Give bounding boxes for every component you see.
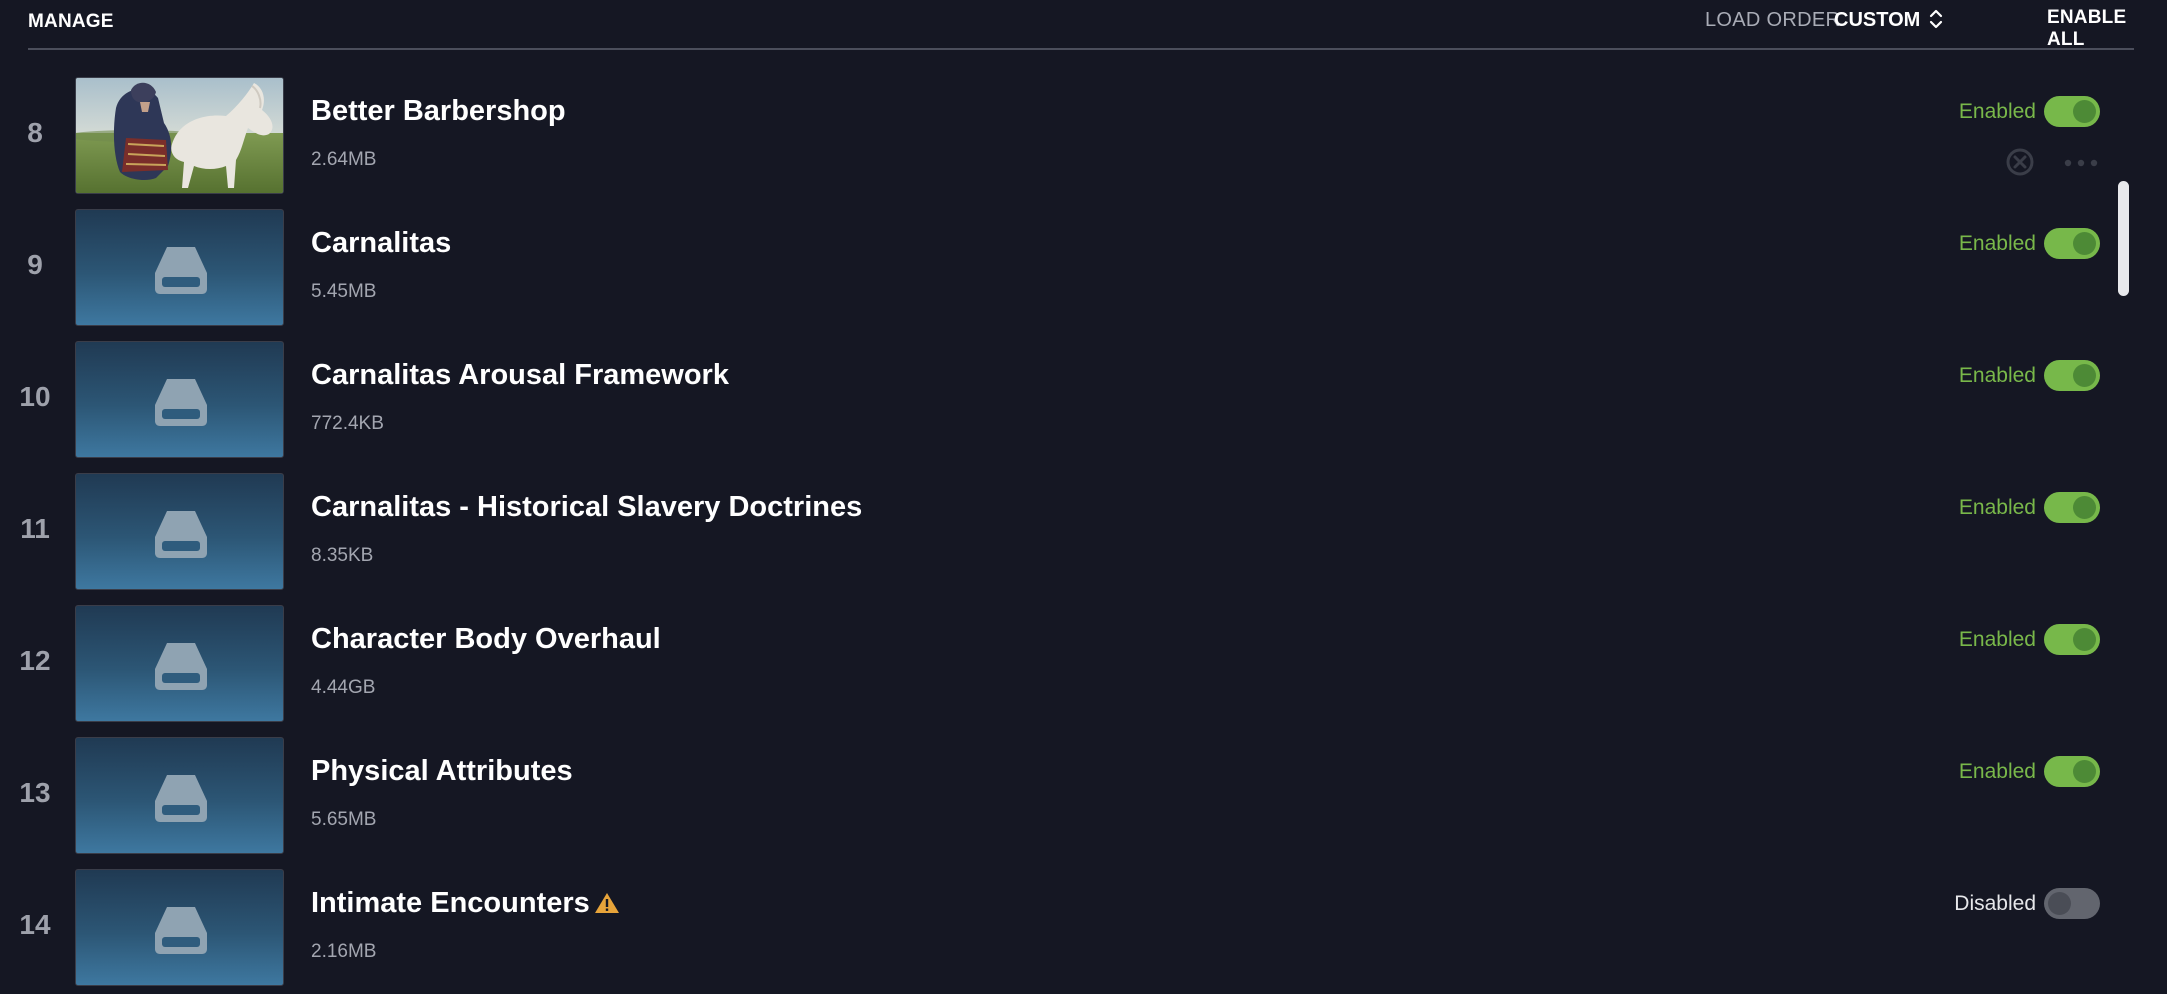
load-order-index: 14 [19,909,51,940]
mod-enabled-toggle[interactable] [2044,360,2100,391]
mod-row[interactable]: 10 Carnalitas Arousal Framework 772.4KB … [0,341,2120,461]
mod-status-label: Enabled [1958,496,2036,519]
mod-size: 5.45MB [311,281,377,302]
mod-status-label: Enabled [1958,100,2036,123]
mod-size: 2.64MB [311,149,377,170]
toggle-knob [2073,364,2096,387]
mod-size: 4.44GB [311,677,376,698]
load-order-index: 8 [27,117,43,148]
mod-name: Carnalitas [311,227,452,259]
toggle-knob [2073,628,2096,651]
drive-icon [155,775,207,822]
mod-enabled-toggle[interactable] [2044,888,2100,919]
mod-thumbnail [75,341,284,458]
mod-thumbnail [75,473,284,590]
mod-thumbnail [75,209,284,326]
drive-icon [155,379,207,426]
mod-row[interactable]: 11 Carnalitas - Historical Slavery Doctr… [0,473,2120,593]
mod-enabled-toggle[interactable] [2044,228,2100,259]
mod-row[interactable]: 9 Carnalitas 5.45MB Enabled [0,209,2120,329]
mod-size: 772.4KB [311,413,384,434]
mod-status-label: Enabled [1958,364,2036,387]
mod-row[interactable]: 14 Intimate Encounters 2.16MB Disabled [0,869,2120,989]
load-order-index: 13 [19,777,51,808]
remove-icon[interactable] [2005,147,2035,177]
mod-enabled-toggle[interactable] [2044,624,2100,655]
mod-status-label: Enabled [1958,232,2036,255]
mod-thumbnail [75,737,284,854]
more-options-icon[interactable] [2064,159,2098,167]
mod-thumbnail [75,605,284,722]
load-order-index: 12 [19,645,51,676]
toggle-knob [2073,760,2096,783]
toggle-knob [2073,232,2096,255]
mod-row[interactable]: 12 Character Body Overhaul 4.44GB Enable… [0,605,2120,725]
mod-name: Carnalitas Arousal Framework [311,359,729,391]
scrollbar-thumb[interactable] [2118,181,2129,296]
mod-thumbnail [75,77,284,194]
mod-name: Intimate Encounters [311,887,590,919]
mod-enabled-toggle[interactable] [2044,492,2100,523]
mod-name: Character Body Overhaul [311,623,661,655]
mod-enabled-toggle[interactable] [2044,756,2100,787]
toggle-knob [2073,100,2096,123]
mod-row[interactable]: 13 Physical Attributes 5.65MB Enabled [0,737,2120,857]
mod-thumbnail [75,869,284,986]
rider-on-white-horse-image [76,78,283,193]
warning-icon[interactable] [594,891,620,915]
mod-name: Better Barbershop [311,95,566,127]
mod-row[interactable]: 8 Better Barbershop 2.64MB Enabled [0,77,2120,197]
load-order-index: 10 [19,381,51,412]
mod-list: 8 Better Barbershop 2.64MB Enabled 9 Car… [0,0,2167,994]
load-order-index: 11 [20,513,50,544]
mod-status-label: Disabled [1954,892,2036,915]
mod-size: 8.35KB [311,545,374,566]
mod-name: Carnalitas - Historical Slavery Doctrine… [311,491,863,523]
mod-name: Physical Attributes [311,755,573,787]
mod-size: 5.65MB [311,809,377,830]
drive-icon [155,511,207,558]
mod-enabled-toggle[interactable] [2044,96,2100,127]
toggle-knob [2073,496,2096,519]
drive-icon [155,247,207,294]
mod-status-label: Enabled [1958,760,2036,783]
drive-icon [155,643,207,690]
mod-status-label: Enabled [1958,628,2036,651]
toggle-knob [2048,892,2071,915]
mod-size: 2.16MB [311,941,377,962]
drive-icon [155,907,207,954]
load-order-index: 9 [27,249,43,280]
